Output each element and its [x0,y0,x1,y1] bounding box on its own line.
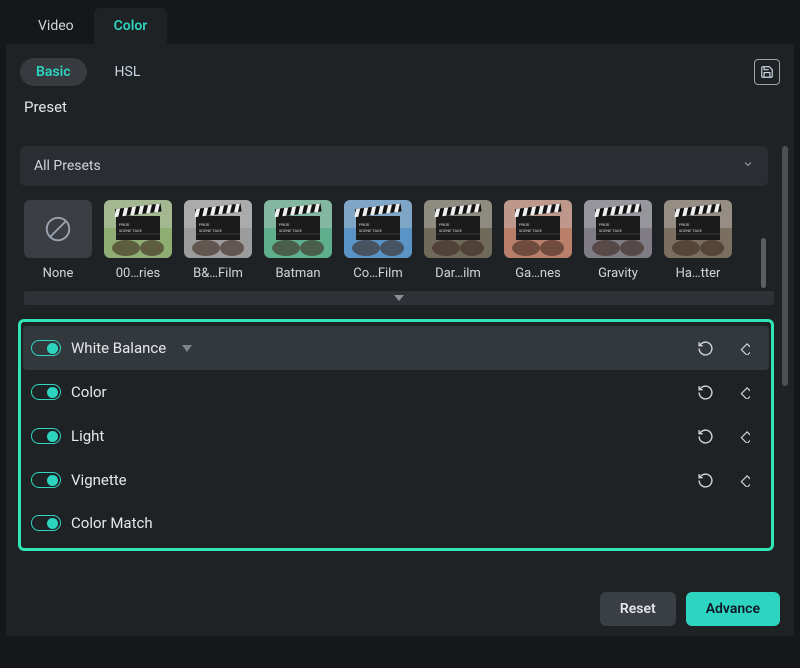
presets-expand-bar[interactable] [24,291,774,305]
svg-text:PROD: PROD [599,222,610,227]
preset-item[interactable]: PROD SCENE TAKE Dar…ilm [424,200,492,281]
panel-scrollbar-thumb[interactable] [782,146,788,386]
diamond-icon [736,385,750,399]
diamond-icon [736,341,750,355]
reset-property-button[interactable] [695,338,715,358]
presets-row: None PROD SCENE TAKE 00…ries PROD SCENE … [20,200,774,281]
property-label: Vignette [71,471,127,489]
preset-label: 00…ries [116,266,160,281]
svg-text:SCENE TAKE: SCENE TAKE [359,228,383,233]
reset-icon [697,428,714,445]
expand-triangle-icon[interactable] [182,345,192,352]
preset-thumb: PROD SCENE TAKE [264,200,332,258]
subtab-basic[interactable]: Basic [20,58,87,86]
preset-label: Ha…tter [676,266,721,281]
preset-thumb: PROD SCENE TAKE [504,200,572,258]
reset-icon [697,472,714,489]
preset-thumb [24,200,92,258]
preset-item[interactable]: PROD SCENE TAKE Co…Film [344,200,412,281]
preset-thumb: PROD SCENE TAKE [344,200,412,258]
panel-scrollbar[interactable] [782,146,788,634]
property-toggle[interactable] [31,340,61,356]
preset-label: B&…Film [193,266,243,281]
svg-text:SCENE TAKE: SCENE TAKE [519,228,543,233]
svg-text:SCENE TAKE: SCENE TAKE [439,228,463,233]
reset-property-button[interactable] [695,382,715,402]
none-icon [43,214,73,244]
preset-thumb: PROD SCENE TAKE [424,200,492,258]
triangle-down-icon [394,295,404,301]
svg-text:SCENE TAKE: SCENE TAKE [119,228,143,233]
preset-thumb: PROD SCENE TAKE [184,200,252,258]
property-label: Light [71,427,104,445]
property-row[interactable]: Color [23,370,769,414]
preset-label: Co…Film [353,266,402,281]
svg-text:SCENE TAKE: SCENE TAKE [199,228,223,233]
preset-item[interactable]: PROD SCENE TAKE Ha…tter [664,200,732,281]
preset-label: Dar…ilm [435,266,481,281]
preset-label: None [43,266,74,281]
preset-thumb: PROD SCENE TAKE [104,200,172,258]
property-toggle[interactable] [31,472,61,488]
preset-label: Ga…nes [515,266,560,281]
property-toggle[interactable] [31,428,61,444]
diamond-icon [736,473,750,487]
save-icon [760,65,774,79]
preset-item[interactable]: PROD SCENE TAKE Ga…nes [504,200,572,281]
presets-scrollbar-thumb[interactable] [761,238,766,288]
svg-text:SCENE TAKE: SCENE TAKE [279,228,303,233]
preset-item[interactable]: None [24,200,92,281]
keyframe-button[interactable] [733,470,753,490]
svg-text:PROD: PROD [119,222,130,227]
property-row[interactable]: Vignette [23,458,769,502]
svg-text:PROD: PROD [279,222,290,227]
keyframe-button[interactable] [733,382,753,402]
preset-item[interactable]: PROD SCENE TAKE B&…Film [184,200,252,281]
subtab-hsl[interactable]: HSL [99,58,157,86]
preset-label: Batman [275,266,320,281]
property-label: Color [71,383,107,401]
property-row[interactable]: White Balance [23,326,769,370]
svg-text:PROD: PROD [519,222,530,227]
property-label: Color Match [71,514,153,532]
preset-thumb: PROD SCENE TAKE [664,200,732,258]
property-toggle[interactable] [31,384,61,400]
diamond-icon [736,429,750,443]
preset-label: Gravity [598,266,638,281]
presets-dropdown[interactable]: All Presets [20,146,768,186]
color-properties-group: White Balance Color Light Vignette Color Mat… [18,319,774,551]
reset-icon [697,384,714,401]
svg-text:SCENE TAKE: SCENE TAKE [599,228,623,233]
tab-color[interactable]: Color [94,8,168,44]
presets-dropdown-label: All Presets [34,158,101,174]
property-label: White Balance [71,339,166,357]
preset-item[interactable]: PROD SCENE TAKE Gravity [584,200,652,281]
preset-section-label: Preset [24,98,780,116]
preset-item[interactable]: PROD SCENE TAKE 00…ries [104,200,172,281]
svg-text:SCENE TAKE: SCENE TAKE [679,228,703,233]
property-toggle[interactable] [31,515,61,531]
svg-text:PROD: PROD [679,222,690,227]
tab-video[interactable]: Video [18,8,94,44]
svg-text:PROD: PROD [359,222,370,227]
save-preset-button[interactable] [754,59,780,85]
reset-button[interactable]: Reset [600,592,676,626]
svg-text:PROD: PROD [439,222,450,227]
property-row[interactable]: Light [23,414,769,458]
keyframe-button[interactable] [733,338,753,358]
keyframe-button[interactable] [733,426,753,446]
advance-button[interactable]: Advance [686,592,780,626]
preset-item[interactable]: PROD SCENE TAKE Batman [264,200,332,281]
preset-thumb: PROD SCENE TAKE [584,200,652,258]
reset-property-button[interactable] [695,470,715,490]
svg-text:PROD: PROD [199,222,210,227]
color-panel: Basic HSL Preset All Presets None PROD S… [6,44,794,636]
chevron-down-icon [742,158,754,174]
reset-property-button[interactable] [695,426,715,446]
property-row[interactable]: Color Match [23,502,769,544]
reset-icon [697,340,714,357]
